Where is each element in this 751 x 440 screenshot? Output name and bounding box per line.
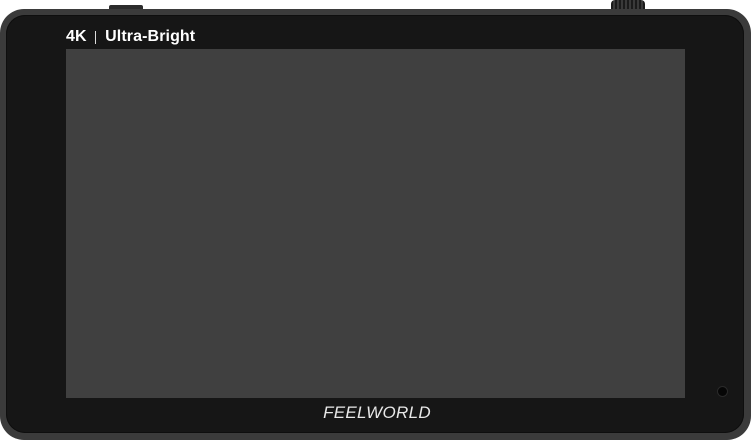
feature-header: 4K Ultra-Bright bbox=[66, 26, 195, 48]
resolution-label: 4K bbox=[66, 28, 87, 45]
header-divider bbox=[94, 30, 97, 44]
display-screen bbox=[66, 49, 685, 398]
light-sensor-icon bbox=[718, 387, 727, 396]
tagline-label: Ultra-Bright bbox=[105, 28, 196, 45]
brand-logo: FEELWORLD bbox=[322, 401, 432, 425]
monitor-product-image: 4K Ultra-Bright FEELWORLD bbox=[0, 0, 751, 440]
brand-name: FEELWORLD bbox=[323, 403, 431, 422]
